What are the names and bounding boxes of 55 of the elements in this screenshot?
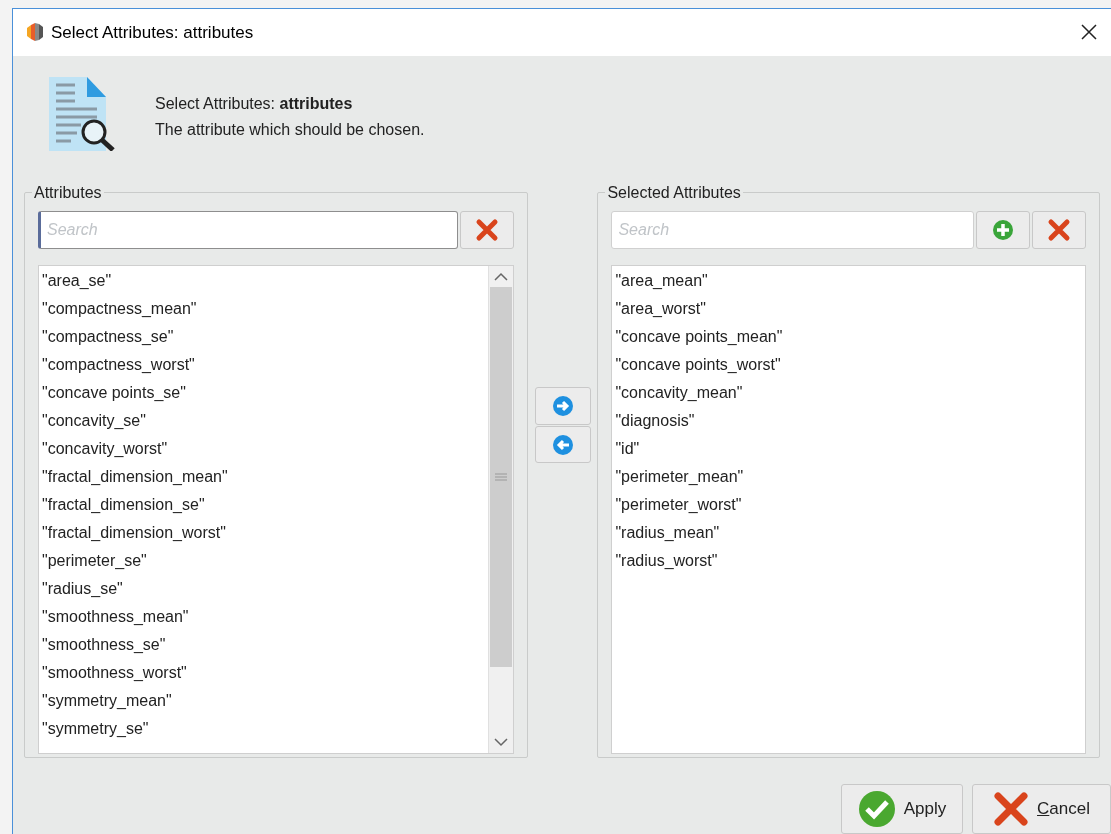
document-search-icon [49, 76, 117, 151]
list-item[interactable]: "perimeter_se" [39, 546, 488, 575]
group-label: Selected Attributes [606, 182, 742, 203]
list-item[interactable]: "radius_mean" [612, 518, 1085, 547]
search-field[interactable]: Search [38, 210, 458, 249]
delete-icon [1047, 217, 1071, 242]
scrollbar[interactable] [487, 265, 513, 753]
remove-selected-button[interactable] [534, 426, 591, 464]
window-title: Select Attributes: attributes [51, 21, 254, 44]
list-item[interactable]: "diagnosis" [612, 406, 1085, 435]
app-logo-icon [25, 21, 45, 44]
list-item[interactable]: "perimeter_mean" [612, 462, 1085, 491]
list-item[interactable]: "compactness_mean" [39, 294, 488, 323]
header-title: Select Attributes: attributes [155, 93, 354, 114]
scroll-thumb[interactable] [489, 286, 512, 667]
list-item[interactable]: "radius_se" [39, 574, 488, 603]
list-item[interactable]: "concavity_se" [39, 406, 488, 435]
header-description: The attribute which should be chosen. [155, 119, 425, 140]
delete-icon [474, 217, 499, 242]
list-item[interactable]: "fractal_dimension_se" [39, 490, 488, 519]
cancel-button[interactable]: Cancel [972, 784, 1111, 834]
clear-button[interactable] [1032, 210, 1086, 249]
list-item[interactable]: "area_mean" [612, 266, 1085, 295]
list-item[interactable]: "symmetry_se" [39, 714, 488, 743]
add-icon [992, 218, 1014, 241]
list-item[interactable]: "area_se" [39, 266, 488, 295]
clear-button[interactable] [459, 210, 514, 249]
list-item[interactable]: "fractal_dimension_mean" [39, 462, 488, 491]
apply-button[interactable]: Apply [841, 784, 963, 834]
group-label: Attributes [33, 182, 103, 203]
list-item[interactable]: "smoothness_mean" [39, 602, 488, 631]
list-item[interactable]: "compactness_worst" [39, 350, 488, 379]
add-selected-button[interactable] [534, 387, 591, 426]
list-item[interactable]: "smoothness_se" [39, 630, 488, 659]
list-item[interactable]: "concavity_mean" [612, 378, 1085, 407]
list-item[interactable]: "compactness_se" [39, 322, 488, 351]
list-item[interactable]: "concave points_mean" [612, 322, 1085, 351]
list-item[interactable]: "concave points_se" [39, 378, 488, 407]
close-icon[interactable] [1081, 24, 1097, 41]
list-item[interactable]: "radius_worst" [612, 546, 1085, 575]
grip-icon [494, 472, 507, 481]
list-item[interactable]: "id" [612, 434, 1085, 463]
list-item[interactable]: "perimeter_worst" [612, 490, 1085, 519]
scroll-up-icon[interactable] [493, 271, 508, 281]
list-item[interactable]: "concave points_worst" [612, 350, 1085, 379]
search-field[interactable]: Search [611, 210, 974, 249]
list-item[interactable]: "fractal_dimension_worst" [39, 518, 488, 547]
list-item[interactable]: "symmetry_mean" [39, 686, 488, 715]
cancel-icon [993, 791, 1030, 827]
scroll-down-icon[interactable] [493, 737, 508, 747]
add-button[interactable] [976, 210, 1030, 249]
checkmark-icon [857, 790, 896, 828]
list-item[interactable]: "smoothness_worst" [39, 658, 488, 687]
list-item[interactable]: "concavity_worst" [39, 434, 488, 463]
list-item[interactable]: "area_worst" [612, 294, 1085, 323]
